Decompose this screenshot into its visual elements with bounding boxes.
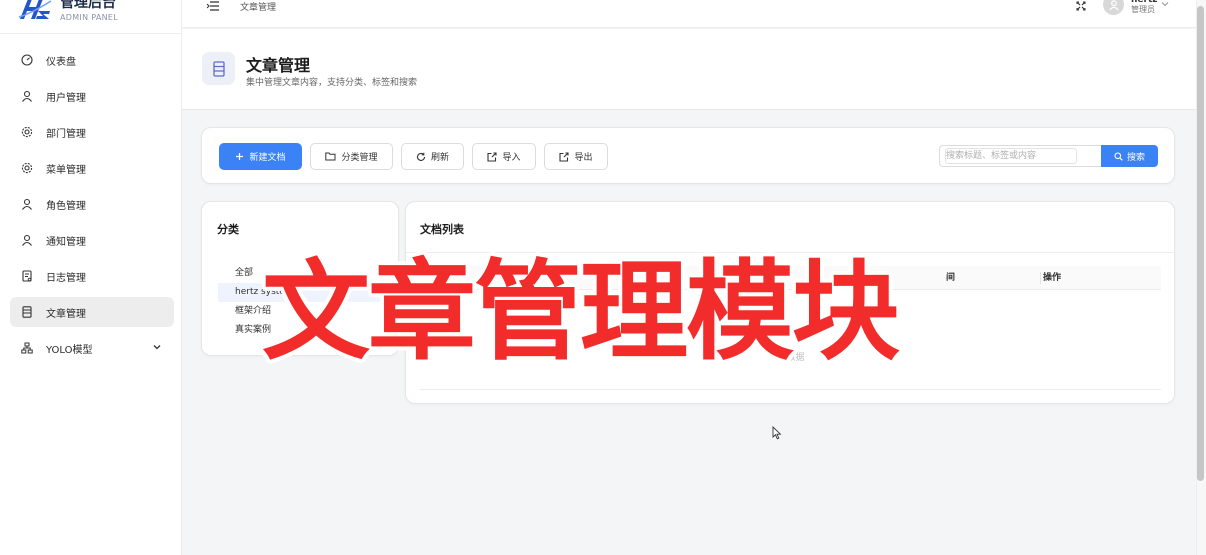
scrollbar-thumb[interactable] — [1197, 6, 1204, 481]
refresh-button[interactable]: 刷新 — [401, 143, 464, 170]
category-item[interactable]: 全部 — [218, 264, 388, 283]
toolbar-card: 新建文档 分类管理 刷新 导入 导出 搜索 — [201, 127, 1175, 184]
export-icon — [559, 151, 570, 162]
table-footer-line — [420, 389, 1161, 390]
logo-icon — [18, 0, 52, 21]
document-icon — [202, 52, 235, 85]
user-icon — [20, 233, 34, 247]
sidebar-item-label: 角色管理 — [46, 200, 86, 212]
category-item[interactable]: 框架介绍 — [218, 302, 388, 321]
sidebar-item-yolo[interactable]: YOLO模型 — [10, 333, 174, 363]
export-label: 导出 — [574, 153, 593, 163]
column-header-actions: 操作 — [1043, 273, 1062, 283]
table-header: 间 操作 — [420, 266, 1161, 290]
log-icon — [20, 269, 34, 283]
plus-icon — [235, 152, 244, 161]
doc-list-card: 文档列表 间 操作 无数据 — [405, 201, 1175, 404]
model-icon — [20, 341, 34, 355]
category-manage-label: 分类管理 — [341, 153, 378, 163]
menu-toggle-icon[interactable] — [206, 0, 220, 15]
page-header: 文章管理 集中管理文章内容，支持分类、标签和搜索 — [182, 29, 1196, 110]
import-icon — [487, 151, 498, 162]
page-title: 文章管理 — [246, 56, 311, 75]
category-manage-button[interactable]: 分类管理 — [310, 143, 393, 170]
import-button[interactable]: 导入 — [472, 143, 536, 170]
user-info[interactable]: hertz 管理员 — [1131, 0, 1158, 15]
user-icon — [20, 197, 34, 211]
chevron-down-icon[interactable] — [152, 342, 166, 355]
topbar: 文章管理 hertz 管理员 — [182, 0, 1196, 28]
new-doc-label: 新建文档 — [249, 153, 286, 163]
fullscreen-icon[interactable] — [1075, 0, 1087, 15]
export-button[interactable]: 导出 — [544, 143, 608, 170]
empty-state-text: 无数据 — [777, 353, 805, 363]
avatar[interactable] — [1103, 0, 1124, 15]
sidebar-item-departments[interactable]: 部门管理 — [10, 117, 174, 147]
doc-list-title: 文档列表 — [420, 223, 464, 236]
column-separator — [1040, 272, 1041, 284]
category-list: 全部 hertz system 框架介绍 真实案例 — [218, 264, 388, 344]
new-doc-button[interactable]: 新建文档 — [219, 143, 302, 170]
sidebar-item-dashboard[interactable]: 仪表盘 — [10, 45, 174, 75]
sidebar-item-menus[interactable]: 菜单管理 — [10, 153, 174, 183]
sidebar-item-notifications[interactable]: 通知管理 — [10, 225, 174, 255]
sidebar-item-label: 菜单管理 — [46, 164, 86, 176]
search-group: 搜索 — [939, 145, 1158, 167]
gear-icon — [20, 125, 34, 139]
import-label: 导入 — [502, 153, 521, 163]
app-subtitle: ADMIN PANEL — [60, 12, 119, 22]
sidebar-item-label: 仪表盘 — [46, 56, 76, 68]
app-title: 管理后台 — [60, 0, 116, 11]
logo[interactable]: 管理后台 ADMIN PANEL — [18, 0, 118, 24]
sidebar-item-label: 日志管理 — [46, 272, 86, 284]
category-item[interactable]: hertz system — [218, 283, 388, 302]
sidebar-menu: 仪表盘 用户管理 部门管理 菜单管理 角色管理 通知管理 日志管理 文章管理 Y… — [10, 45, 174, 369]
search-input[interactable] — [939, 145, 1101, 167]
breadcrumb[interactable]: 文章管理 — [240, 0, 276, 13]
sidebar-item-logs[interactable]: 日志管理 — [10, 261, 174, 291]
doc-list-divider — [406, 252, 1174, 253]
sidebar-item-users[interactable]: 用户管理 — [10, 81, 174, 111]
sidebar-divider — [0, 33, 182, 34]
sidebar-item-label: 文章管理 — [46, 308, 86, 320]
search-icon — [1114, 151, 1123, 161]
sidebar-item-label: 通知管理 — [46, 236, 86, 248]
sidebar-item-articles[interactable]: 文章管理 — [10, 297, 174, 327]
column-header-time[interactable]: 间 — [946, 266, 955, 290]
refresh-label: 刷新 — [430, 153, 449, 163]
document-icon — [20, 305, 34, 319]
user-role: 管理员 — [1131, 5, 1155, 15]
user-icon — [20, 89, 34, 103]
search-button[interactable]: 搜索 — [1101, 145, 1158, 167]
sidebar-item-label: 用户管理 — [46, 92, 86, 104]
sidebar-item-roles[interactable]: 角色管理 — [10, 189, 174, 219]
gear-icon — [20, 161, 34, 175]
sidebar-item-label: 部门管理 — [46, 128, 86, 140]
category-item[interactable]: 真实案例 — [218, 321, 388, 340]
mouse-cursor-icon — [772, 425, 782, 443]
sidebar-item-label: YOLO模型 — [46, 344, 93, 356]
search-button-label: 搜索 — [1126, 152, 1145, 163]
chevron-down-icon[interactable] — [1160, 0, 1170, 12]
folder-icon — [325, 152, 336, 161]
refresh-icon — [416, 152, 426, 162]
category-title: 分类 — [217, 223, 239, 236]
dashboard-icon — [20, 53, 34, 67]
sidebar: 管理后台 ADMIN PANEL 仪表盘 用户管理 部门管理 菜单管理 角色管理… — [0, 0, 182, 555]
category-card: 分类 全部 hertz system 框架介绍 真实案例 — [201, 201, 399, 356]
page-subtitle: 集中管理文章内容，支持分类、标签和搜索 — [246, 78, 418, 88]
